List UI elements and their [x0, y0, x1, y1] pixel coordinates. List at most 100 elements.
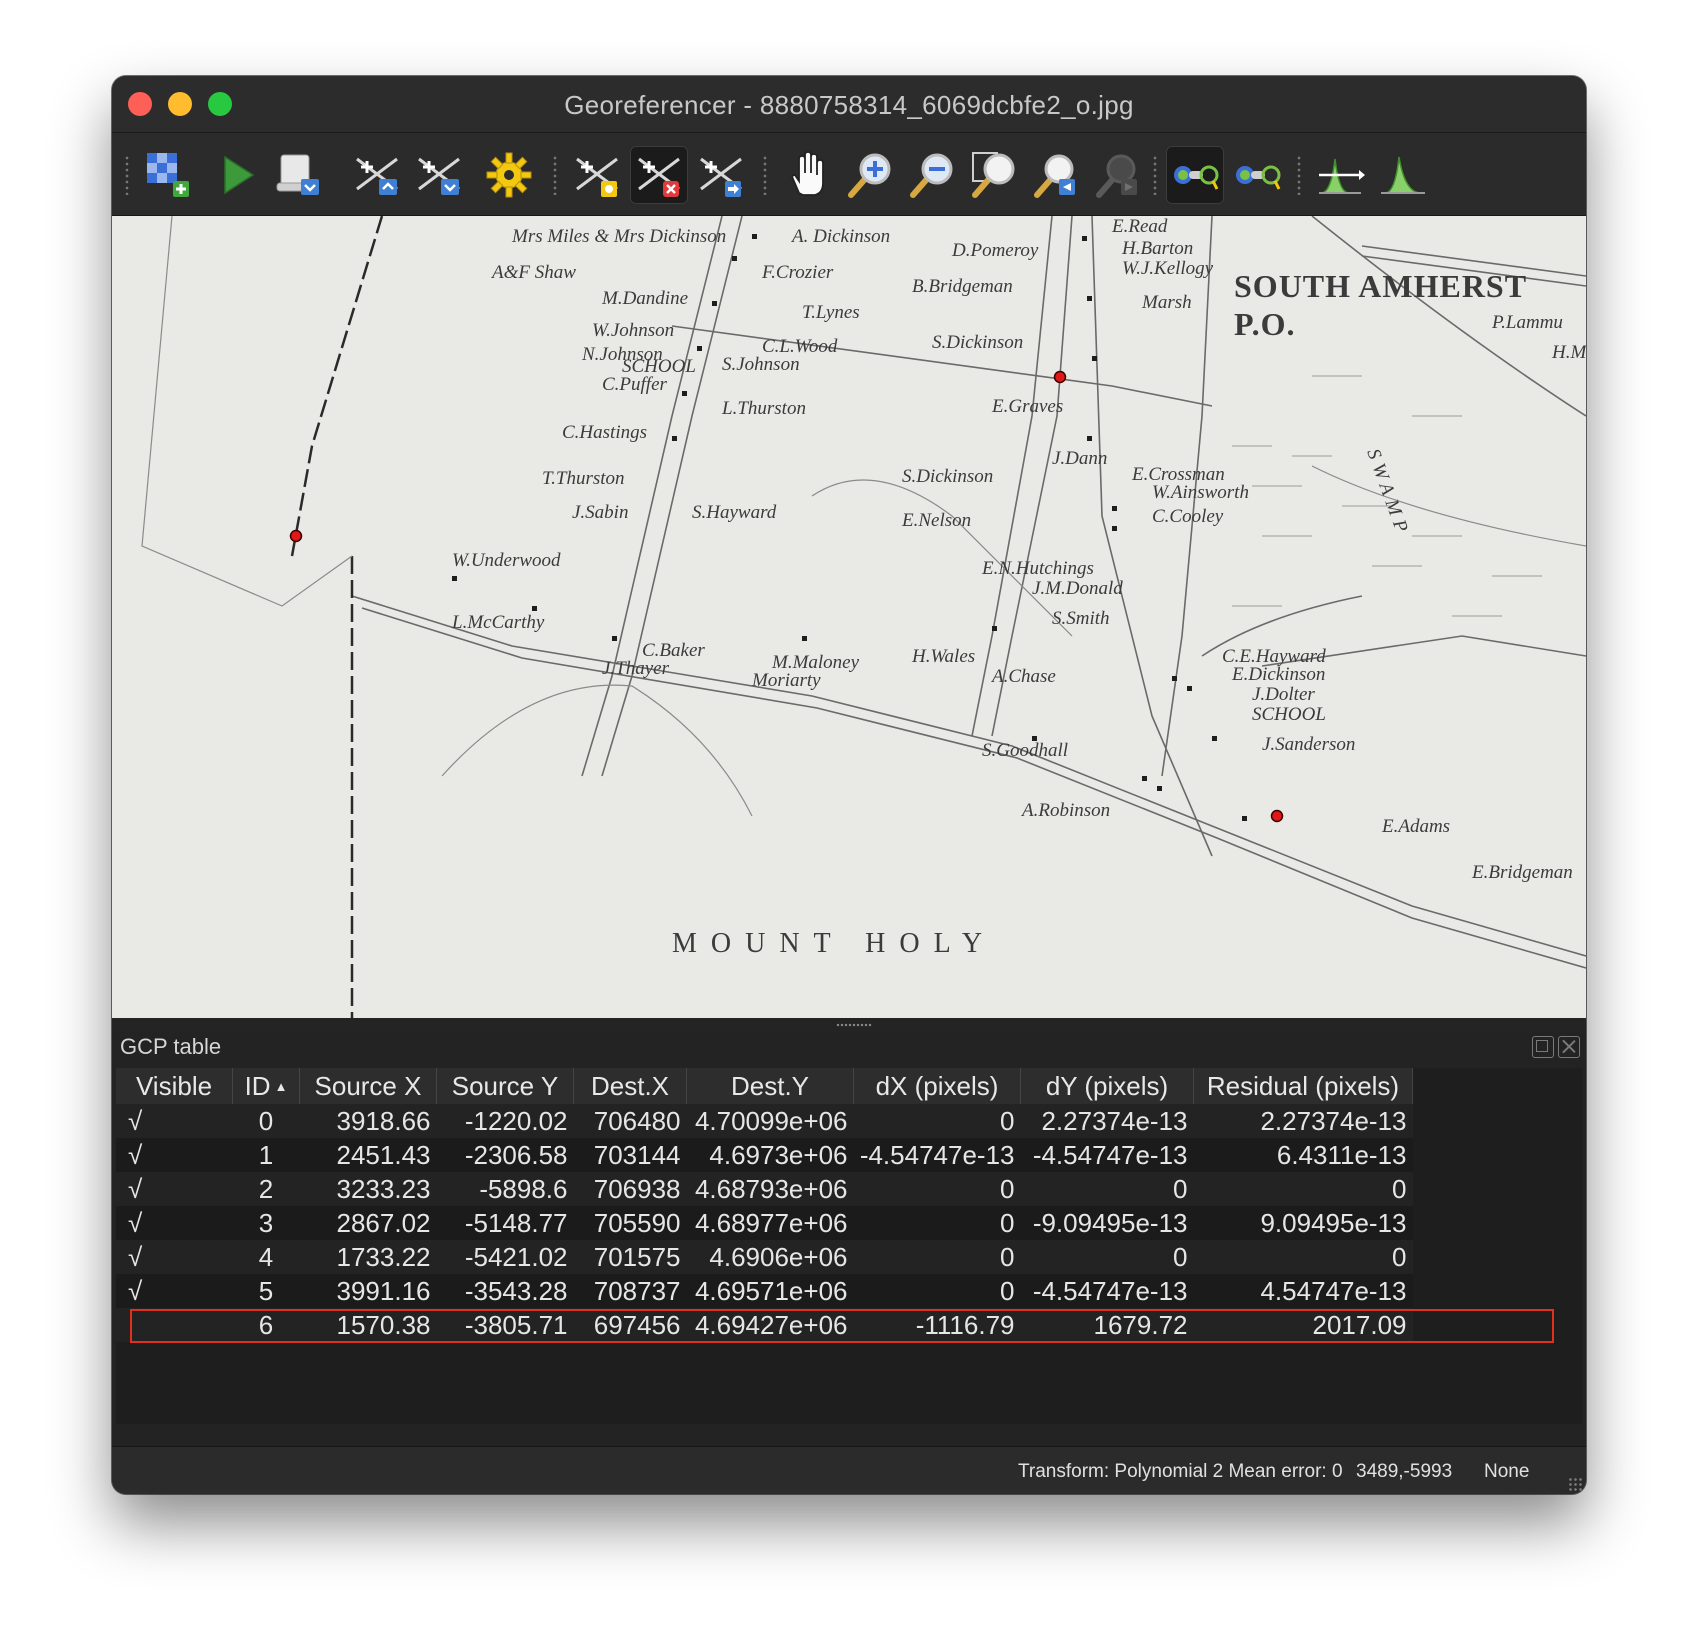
table-row[interactable]: √ 2 3233.23 -5898.6 706938 4.68793e+06 0…	[116, 1172, 1413, 1206]
cell-source-y[interactable]: -5421.02	[436, 1240, 574, 1274]
move-gcp-point-button[interactable]	[692, 146, 750, 204]
transformation-settings-button[interactable]	[480, 146, 538, 204]
cell-dest-y[interactable]: 4.68793e+06	[686, 1172, 854, 1206]
open-raster-button[interactable]	[140, 146, 198, 204]
zoom-next-button[interactable]	[1088, 146, 1146, 204]
cell-dest-y[interactable]: 4.6973e+06	[686, 1138, 854, 1172]
cell-source-y[interactable]: -5148.77	[436, 1206, 574, 1240]
save-gcp-points-button[interactable]	[410, 146, 468, 204]
map-label: S.Goodhall	[982, 740, 1069, 761]
column-header-source-x[interactable]: Source X	[299, 1068, 437, 1104]
load-gcp-points-button[interactable]	[348, 146, 406, 204]
add-point-button[interactable]	[568, 146, 626, 204]
delete-point-button[interactable]	[630, 146, 688, 204]
cell-source-y[interactable]: -2306.58	[436, 1138, 574, 1172]
column-header-dy[interactable]: dY (pixels)	[1020, 1068, 1194, 1104]
cell-source-y[interactable]: -1220.02	[436, 1104, 574, 1138]
move-point-icon	[700, 157, 742, 197]
zoom-out-button[interactable]	[902, 146, 960, 204]
cell-dest-x[interactable]: 701575	[573, 1240, 687, 1274]
table-row[interactable]: 6 1570.38 -3805.71 697456 4.69427e+06 -1…	[116, 1308, 1413, 1342]
zoom-last-button[interactable]	[1026, 146, 1084, 204]
cell-dx: 0	[853, 1206, 1021, 1240]
cell-source-y[interactable]: -3805.71	[436, 1308, 574, 1342]
visible-checkbox[interactable]: √	[116, 1240, 233, 1274]
gear-icon	[486, 152, 532, 198]
column-header-id[interactable]: ID ▲	[232, 1068, 300, 1104]
pan-button[interactable]	[778, 146, 836, 204]
cell-source-x[interactable]: 1570.38	[299, 1308, 437, 1342]
status-bar: Transform: Polynomial 2 Mean error: 0 34…	[112, 1446, 1586, 1494]
toolbar-grip[interactable]	[124, 155, 130, 195]
table-row[interactable]: √ 4 1733.22 -5421.02 701575 4.6906e+06 0…	[116, 1240, 1413, 1274]
cell-source-x[interactable]: 2867.02	[299, 1206, 437, 1240]
toolbar-grip[interactable]	[1152, 155, 1158, 195]
cell-dest-y[interactable]: 4.6906e+06	[686, 1240, 854, 1274]
visible-checkbox[interactable]: √	[116, 1274, 233, 1308]
visible-checkbox[interactable]: √	[116, 1104, 233, 1138]
generate-gdal-script-button[interactable]	[270, 146, 328, 204]
link-georeferencer-to-qgis-button[interactable]	[1166, 146, 1224, 204]
toolbar-grip[interactable]	[762, 155, 768, 195]
cell-source-y[interactable]: -3543.28	[436, 1274, 574, 1308]
cell-dest-y[interactable]: 4.68977e+06	[686, 1206, 854, 1240]
gcp-table-header: Visible ID ▲ Source X Source Y Dest.X Des…	[116, 1068, 1413, 1104]
link-qgis-to-georeferencer-button[interactable]	[1228, 146, 1286, 204]
cell-source-x[interactable]: 2451.43	[299, 1138, 437, 1172]
cell-source-y[interactable]: -5898.6	[436, 1172, 574, 1206]
column-header-dx[interactable]: dX (pixels)	[853, 1068, 1021, 1104]
cell-dest-y[interactable]: 4.69571e+06	[686, 1274, 854, 1308]
column-header-dest-y[interactable]: Dest.Y	[686, 1068, 854, 1104]
table-row[interactable]: √ 5 3991.16 -3543.28 708737 4.69571e+06 …	[116, 1274, 1413, 1308]
map-label: A.Robinson	[1022, 800, 1111, 821]
map-canvas[interactable]: Mrs Miles & Mrs Dickinson A. Dickinson A…	[112, 216, 1586, 1018]
cell-dest-x[interactable]: 706480	[573, 1104, 687, 1138]
toolbar-grip[interactable]	[1296, 155, 1302, 195]
crs-status[interactable]: None	[1484, 1461, 1529, 1483]
zoom-to-layer-button[interactable]	[964, 146, 1022, 204]
visible-checkbox[interactable]: √	[116, 1172, 233, 1206]
visible-checkbox[interactable]	[116, 1308, 233, 1342]
play-icon	[224, 155, 255, 195]
cell-dest-y[interactable]: 4.69427e+06	[686, 1308, 854, 1342]
cell-source-x[interactable]: 3233.23	[299, 1172, 437, 1206]
start-georeferencing-button[interactable]	[208, 146, 266, 204]
table-row[interactable]: √ 3 2867.02 -5148.77 705590 4.68977e+06 …	[116, 1206, 1413, 1240]
map-label: A&F Shaw	[492, 262, 576, 283]
cell-dest-x[interactable]: 697456	[573, 1308, 687, 1342]
map-label: J.Dann	[1052, 448, 1108, 469]
table-row[interactable]: √ 1 2451.43 -2306.58 703144 4.6973e+06 -…	[116, 1138, 1413, 1172]
map-label: C.Hastings	[562, 422, 647, 443]
local-histogram-stretch-button[interactable]	[1312, 146, 1370, 204]
cell-dest-x[interactable]: 708737	[573, 1274, 687, 1308]
column-header-visible[interactable]: Visible	[116, 1068, 233, 1104]
cell-dest-x[interactable]: 705590	[573, 1206, 687, 1240]
panel-splitter[interactable]	[112, 1018, 1586, 1032]
add-point-icon	[576, 157, 618, 197]
float-panel-button[interactable]	[1532, 1036, 1554, 1058]
map-label: W.Underwood	[452, 550, 561, 571]
toolbar-grip[interactable]	[552, 155, 558, 195]
cell-source-x[interactable]: 1733.22	[299, 1240, 437, 1274]
cell-dy: 1679.72	[1020, 1308, 1194, 1342]
map-label: M.Dandine	[602, 288, 689, 309]
column-header-source-y[interactable]: Source Y	[436, 1068, 574, 1104]
column-header-residual[interactable]: Residual (pixels)	[1193, 1068, 1413, 1104]
full-histogram-icon	[1381, 156, 1425, 194]
window-title: Georeferencer - 8880758314_6069dcbfe2_o.…	[564, 90, 1134, 120]
column-header-dest-x[interactable]: Dest.X	[573, 1068, 687, 1104]
cell-source-x[interactable]: 3991.16	[299, 1274, 437, 1308]
cell-dest-x[interactable]: 703144	[573, 1138, 687, 1172]
resize-grip[interactable]	[1568, 1477, 1582, 1491]
table-row[interactable]: √ 0 3918.66 -1220.02 706480 4.70099e+06 …	[116, 1104, 1413, 1138]
close-panel-button[interactable]	[1558, 1036, 1580, 1058]
gcp-table-title: GCP table	[120, 1034, 222, 1059]
cell-source-x[interactable]: 3918.66	[299, 1104, 437, 1138]
gcp-table[interactable]: Visible ID ▲ Source X Source Y Dest.X Des…	[116, 1068, 1582, 1424]
visible-checkbox[interactable]: √	[116, 1138, 233, 1172]
visible-checkbox[interactable]: √	[116, 1206, 233, 1240]
zoom-in-button[interactable]	[840, 146, 898, 204]
cell-dest-x[interactable]: 706938	[573, 1172, 687, 1206]
cell-dest-y[interactable]: 4.70099e+06	[686, 1104, 854, 1138]
full-histogram-stretch-button[interactable]	[1374, 146, 1432, 204]
